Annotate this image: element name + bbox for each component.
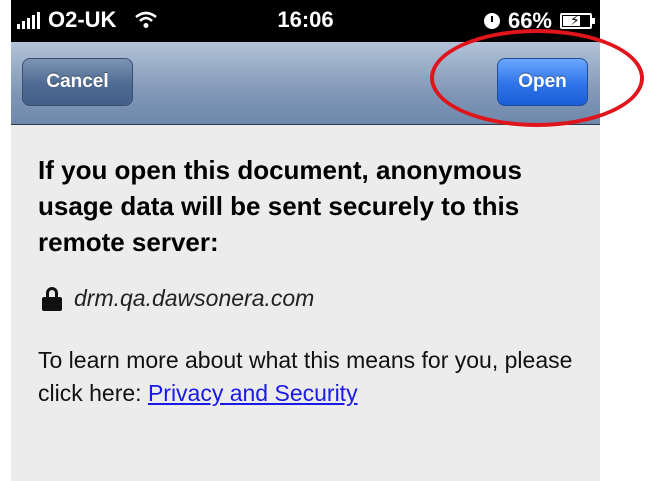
server-address: drm.qa.dawsonera.com (74, 285, 315, 311)
charging-bolt-icon: ⚡ (570, 12, 580, 28)
battery-percent: 66% (507, 8, 552, 33)
server-row: drm.qa.dawsonera.com (42, 285, 314, 312)
status-right: 66% ⚡ (483, 8, 595, 34)
status-bar: O2-UK 16:06 66% ⚡ (11, 0, 600, 42)
warning-heading: If you open this document, anonymous usa… (38, 155, 522, 257)
privacy-security-link[interactable]: Privacy and Security (148, 380, 358, 406)
battery-icon: ⚡ (560, 12, 595, 29)
navigation-bar: Cancel Open (11, 42, 600, 125)
lock-icon (42, 286, 62, 311)
open-button[interactable]: Open (497, 58, 588, 106)
content-panel: If you open this document, anonymous usa… (11, 125, 600, 481)
info-text: To learn more about what this means for … (38, 344, 578, 410)
phone-screen: O2-UK 16:06 66% ⚡ Cancel Open If you ope… (11, 0, 600, 481)
alarm-clock-icon (483, 13, 500, 29)
cancel-button[interactable]: Cancel (22, 58, 133, 106)
